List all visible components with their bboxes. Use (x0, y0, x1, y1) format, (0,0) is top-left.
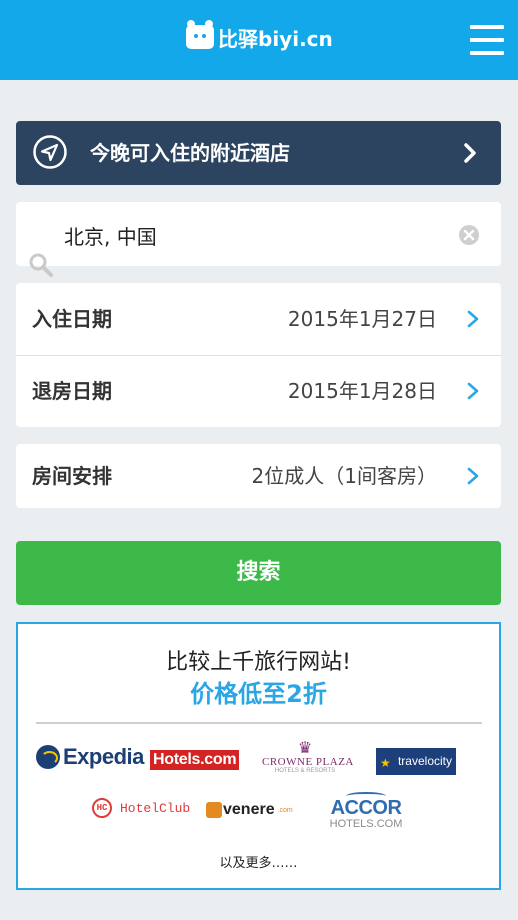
accor-text: ACCOR (330, 797, 402, 819)
compare-sites-panel: 比较上千旅行网站! 价格低至2折 Expedia Hotels.com ♛ CR… (16, 622, 501, 890)
travelocity-text: travelocity (397, 754, 452, 768)
destination-search-input[interactable] (64, 218, 454, 252)
hotels-com-logo: Hotels.com (150, 750, 240, 770)
checkout-value: 2015年1月28日 (287, 379, 437, 403)
expedia-logo: Expedia (36, 744, 144, 770)
expedia-logo-text: Expedia (63, 744, 144, 769)
top-header: 比驿biyi.cn (0, 0, 518, 80)
venere-mark-icon (206, 802, 222, 818)
hotelclub-logo: HC HotelClub (92, 798, 190, 818)
crown-icon: ♛ (297, 740, 313, 757)
divider (36, 722, 482, 724)
checkout-date-row[interactable]: 退房日期 2015年1月28日 (16, 355, 501, 427)
compare-title: 比较上千旅行网站! (166, 650, 351, 675)
chevron-right-icon (467, 467, 479, 485)
bear-logo-icon (186, 20, 214, 49)
rooms-label: 房间安排 (32, 464, 112, 488)
dates-card: 入住日期 2015年1月27日 退房日期 2015年1月28日 (16, 283, 501, 427)
hamburger-menu-icon[interactable] (470, 25, 504, 55)
travelocity-logo: ★ travelocity (376, 748, 456, 775)
chevron-right-icon (467, 310, 479, 328)
venere-suffix: .com (277, 806, 293, 814)
globe-icon (36, 745, 60, 769)
biyi-logo[interactable]: 比驿biyi.cn (186, 20, 333, 54)
crowne-plaza-logo: ♛ CROWNE PLAZA HOTELS & RESORTS (262, 740, 354, 775)
rooms-row[interactable]: 房间安排 2位成人（1间客房） (16, 444, 501, 508)
checkin-value: 2015年1月27日 (287, 307, 437, 331)
nearby-hotels-label: 今晚可入住的附近酒店 (90, 141, 290, 165)
venere-text: venere (223, 801, 275, 818)
rooms-value: 2位成人（1间客房） (251, 464, 437, 488)
and-more-text: 以及更多…… (219, 856, 298, 871)
search-button[interactable]: 搜索 (16, 541, 501, 605)
checkin-label: 入住日期 (32, 307, 112, 331)
nearby-hotels-tonight-button[interactable]: 今晚可入住的附近酒店 (16, 121, 501, 185)
rooms-card: 房间安排 2位成人（1间客房） (16, 444, 501, 508)
accor-subtext: HOTELS.COM (329, 818, 403, 830)
accor-logo: ACCOR HOTELS.COM (320, 792, 412, 830)
chevron-right-icon (467, 382, 479, 400)
crowne-plaza-text: CROWNE PLAZA (262, 756, 354, 768)
location-arrow-icon (33, 135, 67, 169)
checkout-label: 退房日期 (32, 379, 112, 403)
logo-text: 比驿biyi.cn (218, 26, 333, 51)
chevron-right-icon (464, 143, 476, 163)
destination-search-card (16, 202, 501, 277)
checkin-date-row[interactable]: 入住日期 2015年1月27日 (16, 283, 501, 355)
crowne-plaza-subtext: HOTELS & RESORTS (274, 768, 336, 774)
star-icon: ★ (380, 756, 391, 770)
venere-logo: venere .com (206, 801, 293, 819)
clear-circle-icon[interactable] (459, 225, 479, 245)
magnifier-icon (29, 253, 53, 277)
compare-subtitle: 价格低至2折 (190, 680, 327, 708)
hotelclub-mark: HC (92, 798, 112, 818)
hotelclub-text: HotelClub (120, 800, 191, 816)
